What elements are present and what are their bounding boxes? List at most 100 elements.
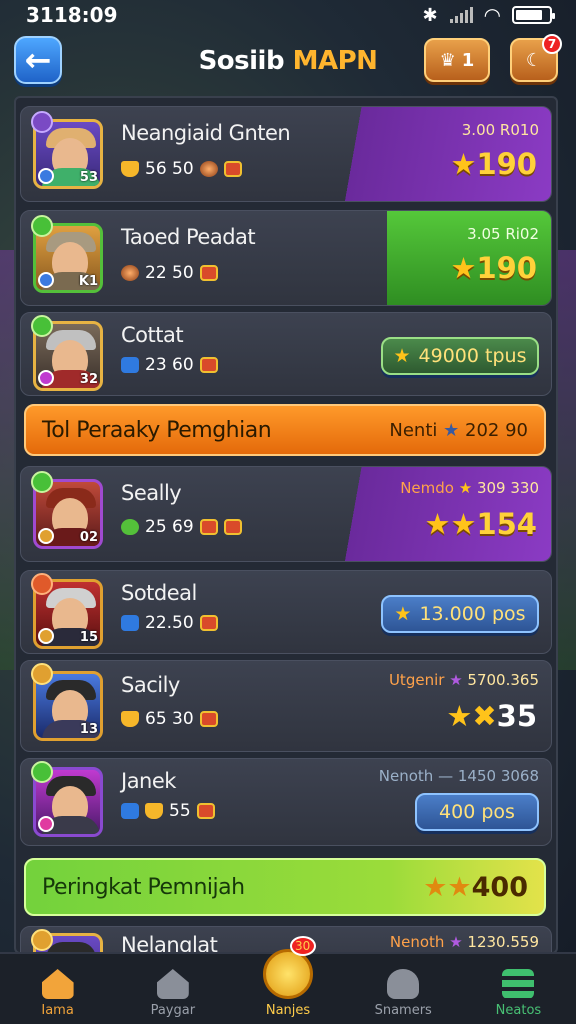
avatar-level: 13 [79,722,98,737]
nav-home[interactable]: Iama [0,954,115,1024]
list-item[interactable]: K1 Taoed Peadat 22 50 3.05 Ri02 ★190 [20,210,552,306]
bell-icon: ☾ [525,49,543,71]
back-button[interactable]: ← [14,36,62,84]
page-title: Sosiib MAPN [199,46,378,76]
player-name: Taoed Peadat [121,225,256,249]
score-label: Nemdo ★ 309 330 [400,479,539,497]
star-icon: ★ [450,251,477,285]
stat-value: 22.50 [145,613,194,633]
coins-icon [145,803,163,819]
score-pill[interactable]: ★ 13.000 pos [381,595,539,633]
rank-badge [31,929,53,951]
rank-badge [31,761,53,783]
star-icon: ★✖ [446,699,497,733]
orb-icon [121,265,139,281]
score-label: Nenoth ★ 1230.559 [389,933,539,951]
score-value: ★★154 [424,507,537,541]
title-part-2: MAPN [292,46,378,76]
stat-value: 23 60 [145,355,194,375]
nav-players[interactable]: Paygar [115,954,230,1024]
rank-badge [31,111,53,133]
nav-label: Neatos [495,1003,542,1018]
list-item[interactable]: 53 Neangiaid Gnten 56 50 3.00 R010 ★190 [20,106,552,202]
player-stats: 23 60 [121,355,218,375]
notifications-button[interactable]: ☾ 7 [510,34,562,82]
stat-value: 55 [169,801,191,821]
player-stats: 22 50 [121,263,218,283]
nav-menu[interactable]: Neatos [461,954,576,1024]
notification-badge: 7 [542,34,562,54]
avatar-level: 53 [79,170,98,185]
player-stats: 65 30 [121,709,218,729]
list-item[interactable]: Janek 55 Nenoth — 1450 3068 400 pos [20,758,552,846]
banner-title: Tol Peraaky Pemghian [42,417,272,443]
nav-badge: 30 [289,936,316,956]
score-label: Nenoth — 1450 3068 [378,767,539,785]
crown-count: 1 [461,49,475,71]
leaderboard-screen: 3118:09 ✱ ◠ ← Sosiib MAPN ♛ 1 ☾ 7 53 Nea… [0,0,576,1024]
banner-value: ★★400 [423,871,528,903]
player-name: Cottat [121,323,184,347]
player-name: Nelanglat [121,933,218,954]
player-stats: 25 69 [121,517,242,537]
users-icon [387,969,420,999]
avatar-level: 15 [79,630,98,645]
battery-icon [512,6,555,24]
side-decoration-right [556,250,576,670]
chest-icon [196,803,215,819]
stat-value: 25 69 [145,517,194,537]
nav-label: Iama [41,1003,74,1018]
score-label: Utgenir ★ 5700.365 [388,671,539,689]
shield-icon [121,615,139,631]
list-item[interactable]: 02 Seally 25 69 Nemdo ★ 309 330 ★★154 [20,466,552,562]
flag-icon [121,803,139,819]
rank-badge [31,471,53,493]
score-value: ★✖35 [446,699,537,733]
nav-label: Nanjes [265,1003,311,1018]
star-icon: ★★ [424,507,477,541]
nav-social[interactable]: Snamers [346,954,461,1024]
leaderboard-list[interactable]: 53 Neangiaid Gnten 56 50 3.00 R010 ★190 … [14,96,558,954]
wifi-icon: ◠ [484,3,500,27]
player-name: Janek [121,769,176,793]
potion-icon [121,519,139,535]
nav-label: Paygar [150,1003,196,1018]
star-icon: ★ [458,479,473,497]
player-stats: 22.50 [121,613,218,633]
crown-icon: ♛ [439,49,456,71]
list-item[interactable]: 32 Cottat 23 60 ★ 49000 tpus [20,312,552,396]
gold-icon [121,161,139,177]
crown-button[interactable]: ♛ 1 [424,38,490,82]
status-icons: ✱ ◠ [423,3,555,27]
flag-icon [121,357,139,373]
stat-value: 65 30 [145,709,194,729]
star-icon: ★ [443,419,460,441]
score-pill[interactable]: 400 pos [415,793,539,831]
score-label: 3.05 Ri02 [467,225,539,243]
signal-icon [449,7,473,23]
rank-banner-orange[interactable]: Tol Peraaky Pemghian Nenti ★ 202 90 [24,404,546,456]
score-value: ★190 [450,251,537,285]
rank-banner-green[interactable]: Peringkat Pemnijah ★★400 [24,858,546,916]
rank-badge [31,573,53,595]
arrow-left-icon: ← [24,41,52,79]
star-icon: ★ [394,603,412,625]
nav-label: Snamers [374,1003,432,1018]
avatar-level: 32 [79,372,98,387]
card-icon [223,519,242,535]
stat-value: 22 50 [145,263,194,283]
nav-center[interactable]: 30 Nanjes [230,936,345,1024]
gold-icon [121,711,139,727]
chest-icon [199,357,218,373]
avatar-level: K1 [78,274,98,289]
score-pill[interactable]: ★ 49000 tpus [381,337,539,375]
status-time: 3118:09 [26,3,118,27]
menu-icon [502,969,535,999]
orb-icon [199,161,218,177]
chest-icon [199,265,218,281]
chest-icon [223,161,242,177]
list-item[interactable]: 13 Sacily 65 30 Utgenir ★ 5700.365 ★✖35 [20,660,552,752]
side-decoration-left [0,250,14,670]
coin-icon [263,949,313,999]
list-item[interactable]: 15 Sotdeal 22.50 ★ 13.000 pos [20,570,552,654]
